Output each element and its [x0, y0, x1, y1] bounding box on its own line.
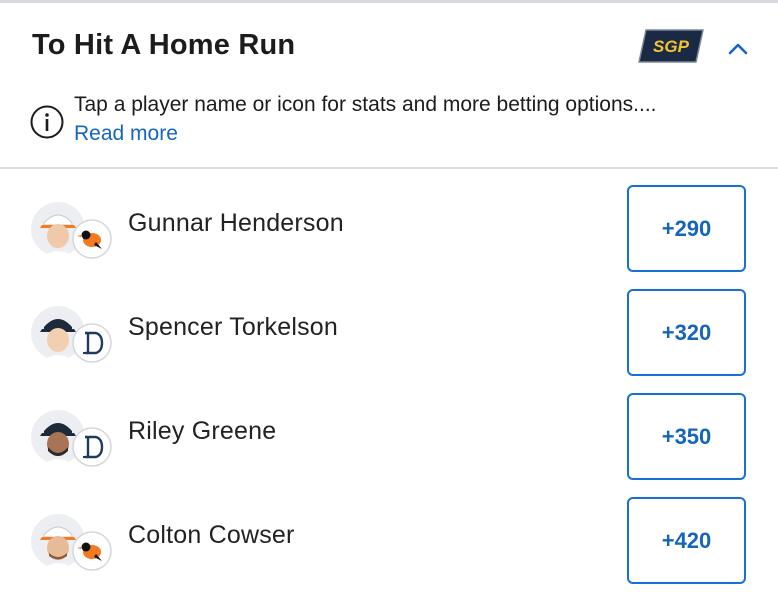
odds-button[interactable]: +290 — [627, 185, 746, 272]
odds-button[interactable]: +350 — [627, 393, 746, 480]
player-avatar[interactable] — [30, 303, 112, 365]
market-title: To Hit A Home Run — [32, 29, 296, 61]
market-info: Tap a player name or icon for stats and … — [0, 87, 778, 167]
odds-button[interactable]: +420 — [627, 497, 746, 584]
player-avatar[interactable] — [30, 199, 112, 261]
player-row: Colton Cowser +420 — [0, 481, 778, 585]
tigers-logo-icon — [72, 323, 112, 363]
read-more-link[interactable]: Read more — [74, 122, 178, 146]
chevron-up-icon[interactable] — [722, 33, 754, 65]
info-text: Tap a player name or icon for stats and … — [74, 93, 657, 116]
player-name[interactable]: Riley Greene — [128, 417, 276, 446]
orioles-logo-icon — [72, 531, 112, 571]
player-avatar[interactable] — [30, 407, 112, 469]
tigers-logo-icon — [72, 427, 112, 467]
player-row: Spencer Torkelson +320 — [0, 273, 778, 377]
odds-button[interactable]: +320 — [627, 289, 746, 376]
player-name[interactable]: Spencer Torkelson — [128, 313, 338, 342]
sgp-badge-label: SGP — [653, 37, 690, 56]
player-row: Gunnar Henderson +290 — [0, 169, 778, 273]
player-name[interactable]: Colton Cowser — [128, 521, 295, 550]
orioles-logo-icon — [72, 219, 112, 259]
sgp-badge[interactable]: SGP — [638, 29, 704, 63]
player-name[interactable]: Gunnar Henderson — [128, 209, 344, 238]
info-icon — [30, 105, 64, 139]
market-header: To Hit A Home Run SGP — [0, 3, 778, 87]
player-avatar[interactable] — [30, 511, 112, 573]
player-list: Gunnar Henderson +290 Spencer Torkelson … — [0, 169, 778, 585]
player-row: Riley Greene +350 — [0, 377, 778, 481]
